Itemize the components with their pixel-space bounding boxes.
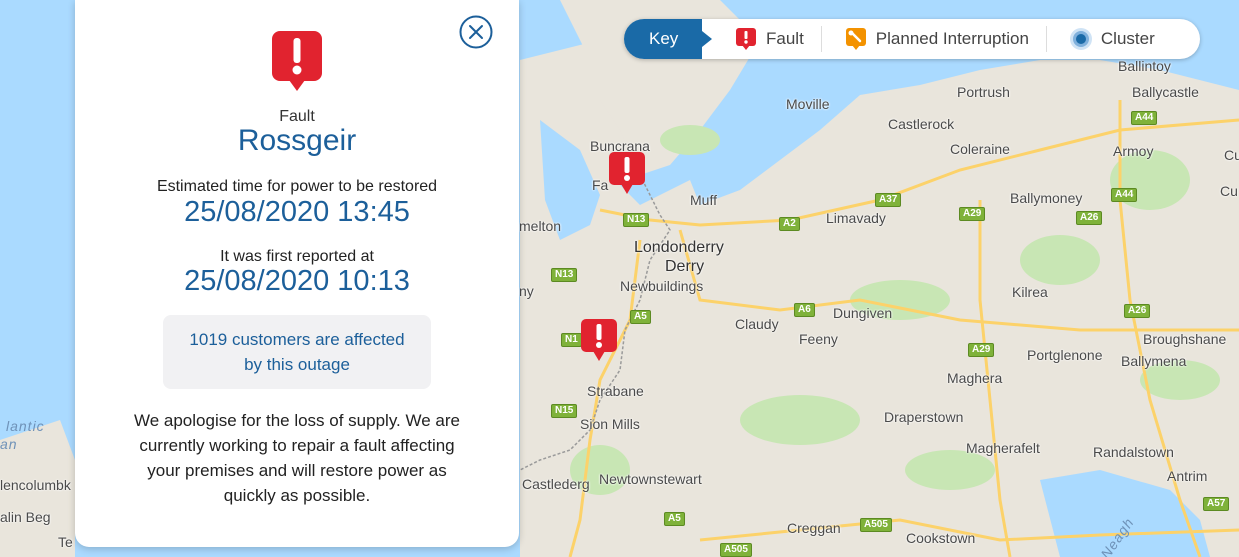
fault-info-popup: Fault Rossgeir Estimated time for power … [75, 0, 519, 547]
map-label-broughshane: Broughshane [1143, 331, 1227, 347]
map-label-creggan: Creggan [787, 520, 841, 536]
map-label-strabane: Strabane [587, 383, 644, 399]
apology-message-line-2: currently working to repair a fault affe… [139, 436, 455, 455]
map-label-dungiven: Dungiven [833, 305, 893, 321]
road-a26: A26 [1076, 211, 1103, 225]
key-item-fault[interactable]: Fault [734, 27, 821, 51]
map-label-newbuildings: Newbuildings [620, 278, 704, 294]
map-label-muff: Muff [690, 192, 717, 208]
fault-icon [272, 31, 322, 91]
map-label-lencolumbk: lencolumbk [0, 477, 71, 493]
map-label-newtownstewart: Newtownstewart [599, 471, 702, 487]
map-label-maghera: Maghera [947, 370, 1003, 386]
road-a29: A29 [959, 207, 986, 221]
key-item-fault-label: Fault [766, 29, 804, 48]
restore-time-value: 25/08/2020 13:45 [184, 196, 410, 228]
map-label-feeny: Feeny [799, 331, 838, 347]
road-a2: A2 [779, 217, 800, 231]
map-label-derry: Derry [665, 258, 705, 275]
map-label-kilrea: Kilrea [1012, 284, 1048, 300]
map-label-fa: Fa [592, 177, 609, 193]
map-label-te: Te [58, 534, 73, 550]
map-label-armoy: Armoy [1113, 143, 1154, 159]
map-label-draperstown: Draperstown [884, 409, 964, 425]
road-a37: A37 [875, 193, 902, 207]
road-a29-2: A29 [968, 343, 995, 357]
map-label-magherafelt: Magherafelt [966, 440, 1040, 456]
map-label-cu-1: Cu [1224, 147, 1239, 163]
fault-icon [736, 28, 756, 50]
cluster-icon [1069, 28, 1092, 50]
map-label-limavady: Limavady [826, 210, 886, 226]
road-n13-2: N13 [551, 268, 578, 282]
key-item-planned-interruption[interactable]: Planned Interruption [844, 27, 1046, 51]
map-label-ballintoy: Ballintoy [1118, 58, 1171, 74]
map-label-randalstown: Randalstown [1093, 444, 1174, 460]
map-label-castlerock: Castlerock [888, 116, 955, 132]
map-fault-pin-2[interactable] [580, 318, 618, 362]
map-label-sion-mills: Sion Mills [580, 416, 640, 432]
apology-message: We apologise for the loss of supply. We … [119, 408, 475, 508]
apology-message-line-1: We apologise for the loss of supply. We … [133, 411, 460, 430]
map-label-ocean: an [0, 436, 18, 452]
apology-message-line-3: your premises and will restore power as [147, 461, 447, 480]
map-label-ballymena: Ballymena [1121, 353, 1187, 369]
map-label-melton: melton [519, 218, 562, 234]
map-label-ballycastle: Ballycastle [1132, 84, 1199, 100]
map-label-alin-beg: alin Beg [0, 509, 51, 525]
key-item-cluster-label: Cluster [1100, 29, 1155, 48]
key-title: Key [624, 19, 712, 59]
map-label-castlederg: Castlederg [522, 476, 590, 492]
road-a44-2: A44 [1111, 188, 1138, 202]
key-separator [1045, 26, 1047, 52]
restore-time-label: Estimated time for power to be restored [156, 178, 438, 195]
affected-customers-line-2: by this outage [244, 355, 350, 374]
road-a6: A6 [794, 303, 815, 317]
reported-time-label: It was first reported at [220, 248, 374, 265]
road-a57: A57 [1203, 497, 1230, 511]
map-label-antrim: Antrim [1167, 468, 1208, 484]
road-n13: N13 [623, 213, 650, 227]
map-label-coleraine: Coleraine [950, 141, 1010, 157]
road-a5: A5 [630, 310, 651, 324]
map-label-claudy: Claudy [735, 316, 779, 332]
map-key: Key Fault Planned Interruption Cluster [624, 19, 1200, 59]
key-separator [820, 26, 822, 52]
road-n15: N15 [551, 404, 578, 418]
road-a5-2: A5 [664, 512, 685, 526]
apology-message-line-4: quickly as possible. [223, 486, 371, 505]
map-label-portglenone: Portglenone [1027, 347, 1103, 363]
fault-location-name: Rossgeir [237, 124, 357, 157]
reported-time-value: 25/08/2020 10:13 [184, 265, 410, 297]
road-a44: A44 [1131, 111, 1158, 125]
map-label-cookstown: Cookstown [906, 530, 976, 546]
map-label-cu-2: Cu [1220, 183, 1238, 199]
close-button[interactable] [459, 15, 493, 49]
key-item-planned-label: Planned Interruption [875, 29, 1029, 48]
map-label-portrush: Portrush [957, 84, 1010, 100]
map-label-moville: Moville [786, 96, 830, 112]
map-label-ny: ny [519, 283, 534, 299]
map-fault-pin-1[interactable] [608, 151, 646, 195]
affected-customers-box: 1019 customers are affected by this outa… [163, 315, 431, 389]
map-label-atlantic: lantic [6, 418, 45, 434]
road-a505-2: A505 [720, 543, 752, 557]
road-n1: N1 [561, 333, 582, 347]
road-a26-2: A26 [1124, 304, 1151, 318]
map-label-ballymoney: Ballymoney [1010, 190, 1083, 206]
wrench-icon [845, 28, 866, 50]
map-label-londonderry: Londonderry [634, 239, 724, 256]
road-a505: A505 [860, 518, 892, 532]
affected-customers-line-1: 1019 customers are affected [189, 330, 405, 349]
key-item-cluster[interactable]: Cluster [1069, 27, 1172, 51]
